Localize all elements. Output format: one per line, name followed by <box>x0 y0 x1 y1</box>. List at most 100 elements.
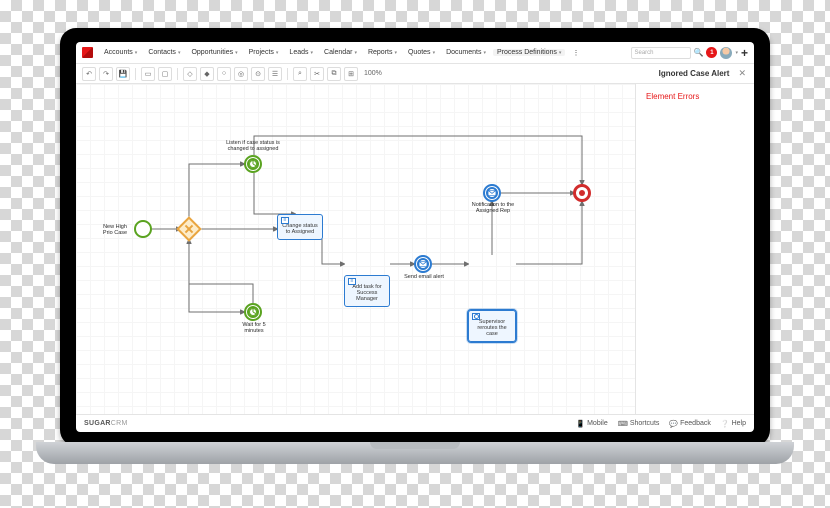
listen-event-node[interactable] <box>244 155 262 173</box>
tool-note[interactable]: ☰ <box>268 67 282 81</box>
nav-leads[interactable]: Leads▾ <box>285 49 317 56</box>
toolbar-separator <box>287 68 288 80</box>
caret-down-icon: ▾ <box>354 50 357 56</box>
double-circle-icon: ◎ <box>238 70 244 78</box>
end-event-icon <box>573 184 591 202</box>
nav-accounts[interactable]: Accounts▾ <box>100 49 141 56</box>
select-icon: ▭ <box>145 70 152 78</box>
nav-label: Process Definitions <box>497 49 557 56</box>
nav-contacts[interactable]: Contacts▾ <box>144 49 184 56</box>
wait-timer-node[interactable] <box>244 303 262 321</box>
notify-node[interactable] <box>483 184 501 202</box>
change-status-task[interactable]: Change status to Assigned <box>277 214 323 240</box>
nav-projects[interactable]: Projects▾ <box>245 49 283 56</box>
undo-button[interactable]: ↶ <box>82 67 96 81</box>
grid-icon: ⊞ <box>348 70 354 78</box>
tool-event-end[interactable]: ⊙ <box>251 67 265 81</box>
caret-down-icon: ▾ <box>178 50 181 56</box>
nav-label: Leads <box>289 49 308 56</box>
nav-process-definitions[interactable]: Process Definitions▾ <box>493 49 565 56</box>
task-label: Change status to Assigned <box>282 223 317 235</box>
help-icon: ❔ <box>721 420 730 428</box>
designer-toolbar: ↶ ↷ 💾 ▭ ▢ ◇ ◆ ○ ◎ ⊙ ☰ ⌕ ✂ ⧉ ⊞ 100% Ignor… <box>76 64 754 84</box>
tool-event-start[interactable]: ○ <box>217 67 231 81</box>
caret-down-icon: ▾ <box>235 50 238 56</box>
tool-gateway-excl[interactable]: ◇ <box>183 67 197 81</box>
save-button[interactable]: 💾 <box>116 67 130 81</box>
user-avatar[interactable] <box>720 47 732 59</box>
nav-opportunities[interactable]: Opportunities▾ <box>187 49 241 56</box>
close-panel-button[interactable]: ✕ <box>736 68 748 79</box>
footer-shortcuts[interactable]: ⌨Shortcuts <box>618 420 660 428</box>
chat-icon: 💬 <box>669 420 678 428</box>
laptop-base <box>36 442 794 464</box>
search-icon[interactable]: 🔍 <box>694 48 704 57</box>
tool-event-inter[interactable]: ◎ <box>234 67 248 81</box>
nav-quotes[interactable]: Quotes▾ <box>404 49 439 56</box>
search-input[interactable]: Search <box>631 47 691 59</box>
laptop-frame: Accounts▾ Contacts▾ Opportunities▾ Proje… <box>60 28 770 446</box>
end-event-node[interactable] <box>573 184 591 202</box>
nav-label: Calendar <box>324 49 352 56</box>
lasso-icon: ⌕ <box>298 70 302 78</box>
designer-title: Ignored Case Alert <box>659 69 734 78</box>
send-email-label: Send email alert <box>404 274 444 280</box>
footer-mobile[interactable]: 📱Mobile <box>576 420 607 428</box>
tool-cut[interactable]: ✂ <box>310 67 324 81</box>
start-event-icon <box>134 220 152 238</box>
bpmn-canvas[interactable]: New High Prio Case Listen if case status… <box>76 84 636 414</box>
tool-grid[interactable]: ⊞ <box>344 67 358 81</box>
footer-help[interactable]: ❔Help <box>721 420 746 428</box>
footer-feedback[interactable]: 💬Feedback <box>669 420 710 428</box>
caret-down-icon: ▾ <box>559 50 562 56</box>
send-email-node[interactable] <box>414 255 432 273</box>
nav-label: Opportunities <box>191 49 233 56</box>
nav-reports[interactable]: Reports▾ <box>364 49 401 56</box>
quick-create-button[interactable]: + <box>741 46 748 60</box>
tool-lasso[interactable]: ⌕ <box>293 67 307 81</box>
nav-label: Reports <box>368 49 393 56</box>
timer-event-icon <box>244 303 262 321</box>
notifications-badge[interactable]: 1 <box>706 47 717 58</box>
tool-copy[interactable]: ⧉ <box>327 67 341 81</box>
caret-down-icon: ▾ <box>311 50 314 56</box>
task-label: Add task for Success Manager <box>352 284 381 303</box>
task-icon: ▢ <box>162 70 169 78</box>
notify-label: Notification to the Assigned Rep <box>466 202 520 215</box>
brand-strong: SUGAR <box>84 420 111 427</box>
tool-select[interactable]: ▭ <box>141 67 155 81</box>
element-errors-link[interactable]: Element Errors <box>646 92 744 101</box>
toolbar-separator <box>177 68 178 80</box>
nav-calendar[interactable]: Calendar▾ <box>320 49 361 56</box>
zoom-level[interactable]: 100% <box>361 70 385 77</box>
caret-down-icon: ▾ <box>276 50 279 56</box>
user-task-icon <box>472 313 480 320</box>
save-icon: 💾 <box>119 70 128 78</box>
footer-brand: SUGARCRM <box>84 420 128 427</box>
note-icon: ☰ <box>272 70 278 78</box>
notifications-count: 1 <box>710 50 713 56</box>
gateway-node[interactable] <box>180 220 198 238</box>
brand-light: CRM <box>111 420 128 427</box>
caret-down-icon: ▾ <box>135 50 138 56</box>
circle-icon: ○ <box>222 70 226 77</box>
nav-documents[interactable]: Documents▾ <box>442 49 490 56</box>
tool-task[interactable]: ▢ <box>158 67 172 81</box>
listen-event-label: Listen if case status is changed to assi… <box>226 140 280 153</box>
diamond-fill-icon: ◆ <box>204 70 209 78</box>
nav-overflow[interactable]: ⋮ <box>568 49 583 57</box>
navbar: Accounts▾ Contacts▾ Opportunities▾ Proje… <box>76 42 754 64</box>
sugarcrm-logo-icon[interactable] <box>82 47 93 58</box>
keyboard-icon: ⌨ <box>618 420 628 428</box>
redo-button[interactable]: ↷ <box>99 67 113 81</box>
tool-gateway-para[interactable]: ◆ <box>200 67 214 81</box>
nav-label: Projects <box>249 49 274 56</box>
start-event-node[interactable] <box>134 220 152 238</box>
redo-icon: ↷ <box>103 70 109 78</box>
add-task-node[interactable]: Add task for Success Manager <box>344 275 390 307</box>
mobile-icon: 📱 <box>576 420 585 428</box>
user-caret-icon[interactable]: ▾ <box>735 50 738 56</box>
supervisor-task[interactable]: Supervisor reroutes the case <box>468 310 516 342</box>
footer-label: Help <box>732 420 746 427</box>
kebab-icon: ⋮ <box>572 49 579 57</box>
